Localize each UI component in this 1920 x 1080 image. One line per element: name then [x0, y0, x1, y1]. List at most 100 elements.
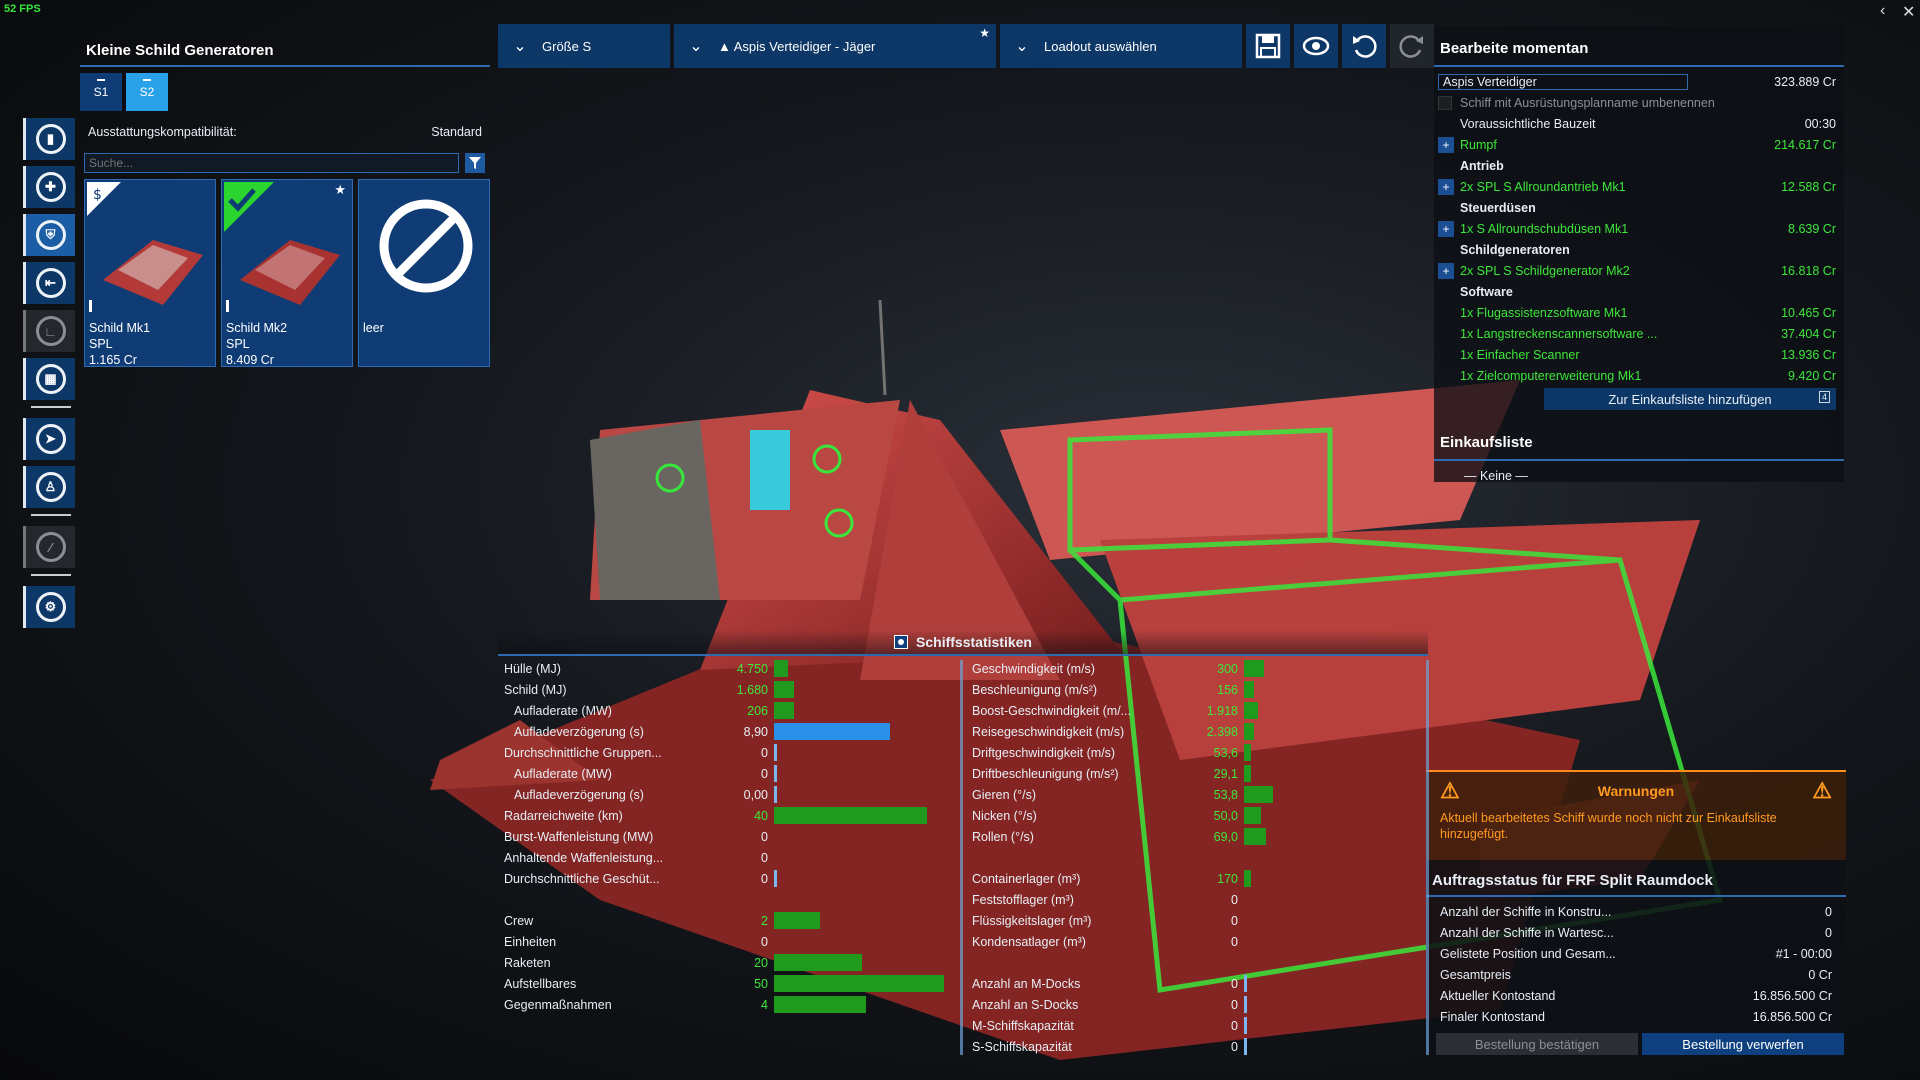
component-row[interactable]: 1x Flugassistenzsoftware Mk1 10.465 Cr	[1434, 302, 1844, 323]
warnings-box: ⚠ Warnungen ⚠ Aktuell bearbeitetes Schif…	[1426, 770, 1846, 860]
expand-plus-icon[interactable]: +	[1438, 262, 1454, 279]
stat-bar	[1244, 681, 1254, 698]
component-price: 214.617 Cr	[1774, 137, 1836, 152]
search-row	[84, 153, 490, 173]
search-input[interactable]	[84, 153, 459, 173]
component-row[interactable]: +2x SPL S Schildgenerator Mk2 16.818 Cr	[1434, 260, 1844, 281]
ship-dropdown[interactable]: ⌄ ▲ Aspis Verteidiger - Jäger ★	[674, 24, 996, 68]
stat-bar	[1244, 723, 1254, 740]
add-to-shopping-list-button[interactable]: Zur Einkaufsliste hinzufügen 4	[1544, 388, 1836, 410]
stat-label: Burst-Waffenleistung (MW)	[504, 829, 654, 844]
close-icon[interactable]: ✕	[1902, 2, 1915, 22]
redo-button[interactable]	[1390, 24, 1434, 68]
stat-label: Radarreichweite (km)	[504, 808, 623, 823]
ship-name-input[interactable]: Aspis Verteidiger	[1438, 73, 1688, 90]
stat-row: Radarreichweite (km) 40	[504, 805, 944, 826]
section-label: Steuerdüsen	[1460, 200, 1536, 215]
stat-row: Aufladeverzögerung (s) 8,90	[504, 721, 944, 742]
wrench-icon: ⁄	[35, 532, 66, 562]
settings-category-button[interactable]: ⚙	[23, 586, 75, 628]
equipment-card-shield-mk1[interactable]: $ Schild Mk1 SPL 1.165 Cr	[84, 179, 216, 367]
component-row[interactable]: 1x Zielcomputererweiterung Mk1 9.420 Cr	[1434, 365, 1844, 386]
preview-button[interactable]	[1294, 24, 1338, 68]
expand-plus-icon[interactable]: +	[1438, 136, 1454, 153]
thruster-category-button[interactable]: ✚	[23, 166, 75, 208]
favorite-star-icon[interactable]: ★	[979, 26, 990, 40]
stat-row: Anzahl an S-Docks 0	[972, 994, 1273, 1015]
stat-row: Aufladerate (MW) 206	[504, 700, 944, 721]
stat-value: 0,00	[743, 787, 768, 802]
divider	[31, 574, 71, 576]
undo-button[interactable]	[1342, 24, 1386, 68]
current-ship-panel: Bearbeite momentan Aspis Verteidiger 323…	[1434, 26, 1844, 483]
size-dropdown[interactable]: ⌄ Größe S	[498, 24, 670, 68]
compatibility-row: Ausstattungskompatibilität: Standard	[80, 117, 490, 139]
stat-value: 0	[1231, 976, 1238, 991]
ship-dropdown-label: ▲ Aspis Verteidiger - Jäger	[718, 38, 876, 54]
card-name: Schild Mk1	[89, 321, 151, 335]
stats-toggle-icon[interactable]	[894, 635, 909, 649]
confirm-order-button[interactable]: Bestellung bestätigen	[1436, 1033, 1638, 1055]
component-row[interactable]: 1x Einfacher Scanner 13.936 Cr	[1434, 344, 1844, 365]
ship-price: 323.889 Cr	[1774, 74, 1836, 89]
stat-value: 0	[1231, 934, 1238, 949]
collapse-icon[interactable]: ‹	[1880, 2, 1885, 20]
rename-checkbox-row[interactable]: Schiff mit Ausrüstungsplanname umbenenne…	[1434, 92, 1844, 113]
stat-row: M-Schiffskapazität 0	[972, 1015, 1273, 1036]
crew-category-button[interactable]: ♙	[23, 466, 75, 508]
section-label: Schildgeneratoren	[1460, 242, 1570, 257]
weapon-category-button[interactable]: ⇤	[23, 262, 75, 304]
card-price: 8.409 Cr	[226, 353, 274, 367]
repair-category-button[interactable]: ⁄	[23, 526, 75, 568]
stat-bar	[1244, 828, 1266, 845]
ship-stats-header: Schiffsstatistiken	[498, 630, 1428, 656]
save-loadout-button[interactable]	[1246, 24, 1290, 68]
stat-row	[504, 889, 944, 910]
stat-value: 0	[1231, 892, 1238, 907]
turret-category-button[interactable]: ∟	[23, 310, 75, 352]
add-button-label: Zur Einkaufsliste hinzufügen	[1608, 391, 1772, 407]
discard-order-button[interactable]: Bestellung verwerfen	[1642, 1033, 1844, 1055]
rename-checkbox[interactable]	[1438, 95, 1452, 110]
stat-row: Einheiten 0	[504, 931, 944, 952]
filter-icon[interactable]	[465, 153, 485, 173]
component-row[interactable]: + Rumpf 214.617 Cr	[1434, 134, 1844, 155]
card-name: Schild Mk2	[226, 321, 288, 335]
component-section-header: Schildgeneratoren	[1434, 239, 1844, 260]
equipment-card-shield-mk2[interactable]: ★ Schild Mk2 SPL 8.409 Cr	[221, 179, 353, 367]
gear-icon: ⚙	[35, 592, 66, 622]
expand-plus-icon[interactable]: +	[1438, 220, 1454, 237]
stat-row	[972, 847, 1273, 868]
section-label: Antrieb	[1460, 158, 1504, 173]
loadout-dropdown[interactable]: ⌄ Loadout auswählen	[1000, 24, 1242, 68]
stat-bar	[774, 702, 794, 719]
engine-category-button[interactable]: ▮	[23, 118, 75, 160]
equipment-card-empty[interactable]: leer	[358, 179, 490, 367]
compatibility-value[interactable]: Standard	[431, 125, 482, 139]
paint-category-button[interactable]: ▦	[23, 358, 75, 400]
stat-label: Driftgeschwindigkeit (m/s)	[972, 745, 1116, 760]
order-status-value: 16.856.500 Cr	[1752, 988, 1832, 1003]
component-row[interactable]: 1x Langstreckenscannersoftware ... 37.404…	[1434, 323, 1844, 344]
divider	[31, 514, 71, 516]
tab-s1[interactable]: S1	[80, 73, 122, 111]
order-status-rows: Anzahl der Schiffe in Konstru... 0 Anzahl …	[1426, 901, 1846, 1027]
order-status-label: Gelistete Position und Gesam...	[1440, 946, 1616, 961]
build-time-row: Voraussichtliche Bauzeit 00:30	[1434, 113, 1844, 134]
stat-value: 2.398	[1206, 724, 1238, 739]
stat-value: 4	[761, 997, 768, 1012]
component-row[interactable]: +2x SPL S Allroundantrieb Mk1 12.588 Cr	[1434, 176, 1844, 197]
component-row[interactable]: +1x S Allroundschubdüsen Mk1 8.639 Cr	[1434, 218, 1844, 239]
stat-value: 156	[1217, 682, 1238, 697]
shield-category-button[interactable]: ⛨	[23, 214, 75, 256]
panel-title: Bearbeite momentan	[1434, 26, 1844, 67]
tab-s2[interactable]: S2	[126, 73, 168, 111]
order-status-row: Gesamtpreis 0 Cr	[1426, 964, 1846, 985]
favorite-star-icon[interactable]: ★	[334, 182, 346, 198]
expand-plus-icon[interactable]: +	[1438, 178, 1454, 195]
chevron-down-icon: ⌄	[689, 38, 703, 55]
missile-category-button[interactable]: ➤	[23, 418, 75, 460]
rename-label: Schiff mit Ausrüstungsplanname umbenenne…	[1460, 95, 1715, 110]
stat-label: Schild (MJ)	[504, 682, 567, 697]
column-divider	[1426, 660, 1429, 1055]
